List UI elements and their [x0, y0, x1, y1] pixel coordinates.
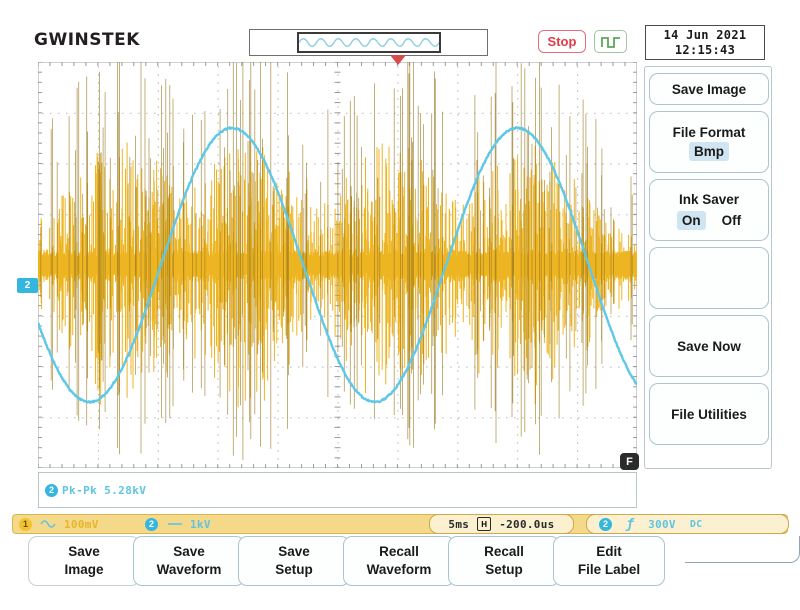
ch1-badge-label: 1 — [22, 519, 28, 529]
ch1-badge: 1 — [19, 517, 32, 531]
ink-saver-option-on[interactable]: On — [676, 211, 706, 230]
side-menu-title[interactable]: Save Image — [649, 73, 769, 105]
ch2-scale: 1kV — [190, 517, 211, 531]
fkey-1-line1: Save — [173, 544, 205, 559]
fkey-3-line2: Waveform — [366, 562, 432, 577]
measurement-value: Pk-Pk 5.28kV — [62, 483, 147, 497]
ch1-status[interactable]: 1 100mV — [19, 515, 99, 533]
function-key-bar: Save Image Save Waveform Save Setup Reca… — [28, 536, 800, 588]
date-label: 14 Jun 2021 — [663, 27, 747, 42]
file-format-value: Bmp — [689, 142, 729, 161]
timebase-value: 5ms — [448, 517, 470, 531]
function-key-save-waveform[interactable]: Save Waveform — [133, 536, 245, 586]
fkey-4-line1: Recall — [484, 544, 524, 559]
fkey-4-line2: Setup — [485, 562, 523, 577]
side-menu-item-ink-saver[interactable]: Ink Saver On Off — [649, 179, 769, 241]
side-menu-item-file-format[interactable]: File Format Bmp — [649, 111, 769, 173]
timebase-status[interactable]: 5ms H -200.0us — [429, 514, 574, 534]
overview-sine-icon — [299, 38, 439, 47]
oscilloscope-screen: GWINSTEK Stop 14 Jun 2021 12:15:43 2 F S… — [0, 0, 800, 610]
overview-selection-window[interactable] — [297, 32, 441, 53]
ink-saver-label: Ink Saver — [678, 192, 740, 207]
function-key-save-image[interactable]: Save Image — [28, 536, 140, 586]
trigger-position-arrow[interactable] — [390, 55, 406, 65]
function-key-recall-waveform[interactable]: Recall Waveform — [343, 536, 455, 586]
ch2-ground-marker[interactable]: 2 — [17, 278, 38, 293]
fkey-2-line1: Save — [278, 544, 310, 559]
fkey-5-line2: File Label — [577, 562, 641, 577]
fkey-5-line1: Edit — [596, 544, 622, 559]
dc-line-icon — [168, 523, 182, 525]
trigger-frequency-badge: F — [620, 453, 639, 470]
status-bar: 1 100mV 2 1kV 5ms H -200.0us 2 ƒ 300V DC — [12, 514, 789, 534]
h-position-icon: H — [477, 517, 492, 531]
fkey-2-line2: Setup — [275, 562, 313, 577]
ch2-badge: 2 — [145, 517, 158, 531]
timebase-position: -200.0us — [499, 517, 555, 531]
side-menu-item-file-utilities[interactable]: File Utilities — [649, 383, 769, 445]
time-label: 12:15:43 — [674, 42, 736, 57]
frequency-icon: ƒ — [626, 516, 635, 532]
function-key-save-setup[interactable]: Save Setup — [238, 536, 350, 586]
function-key-recall-setup[interactable]: Recall Setup — [448, 536, 560, 586]
freq-badge-label: F — [626, 455, 633, 468]
side-menu-panel: Save Image File Format Bmp Ink Saver On … — [644, 66, 772, 469]
ac-sine-icon — [40, 520, 56, 528]
measurement-channel-badge: 2 — [45, 483, 58, 497]
fkey-1-line2: Waveform — [156, 562, 222, 577]
fkey-3-line1: Recall — [379, 544, 419, 559]
trigger-source-label: 2 — [602, 519, 608, 529]
side-menu-item-empty[interactable] — [649, 247, 769, 309]
side-menu-title-label: Save Image — [671, 81, 747, 97]
pulse-icon — [600, 36, 620, 48]
ch1-scale: 100mV — [64, 517, 99, 531]
run-state-badge[interactable]: Stop — [538, 30, 586, 53]
save-now-label: Save Now — [677, 338, 741, 354]
ch2-ground-label: 2 — [24, 280, 31, 291]
brand-logo-text: GWINSTEK — [34, 30, 140, 50]
side-menu-item-save-now[interactable]: Save Now — [649, 315, 769, 377]
file-format-label: File Format — [672, 125, 746, 140]
function-bar-connector — [685, 536, 800, 563]
brand-logo: GWINSTEK — [34, 30, 140, 50]
run-state-label: Stop — [547, 34, 577, 49]
fkey-0-line2: Image — [64, 562, 104, 577]
measurement-channel-label: 2 — [48, 485, 54, 495]
waveform-overview-bar[interactable] — [249, 29, 488, 56]
waveform-traces — [38, 62, 637, 461]
trigger-source-badge: 2 — [599, 517, 612, 531]
ink-saver-option-off[interactable]: Off — [722, 211, 742, 230]
fkey-0-line1: Save — [68, 544, 100, 559]
trigger-level: 300V — [648, 517, 676, 531]
ch2-badge-label: 2 — [148, 519, 154, 529]
ch2-status[interactable]: 2 1kV — [145, 515, 211, 533]
measurement-panel[interactable]: 2 Pk-Pk 5.28kV — [38, 472, 637, 508]
datetime-display: 14 Jun 2021 12:15:43 — [645, 25, 765, 60]
trigger-coupling: DC — [689, 518, 703, 530]
file-utilities-label: File Utilities — [671, 406, 747, 422]
trigger-status[interactable]: 2 ƒ 300V DC — [586, 514, 789, 534]
trigger-type-icon[interactable] — [594, 30, 627, 53]
function-key-edit-file-label[interactable]: Edit File Label — [553, 536, 665, 586]
waveform-display[interactable] — [38, 62, 637, 468]
